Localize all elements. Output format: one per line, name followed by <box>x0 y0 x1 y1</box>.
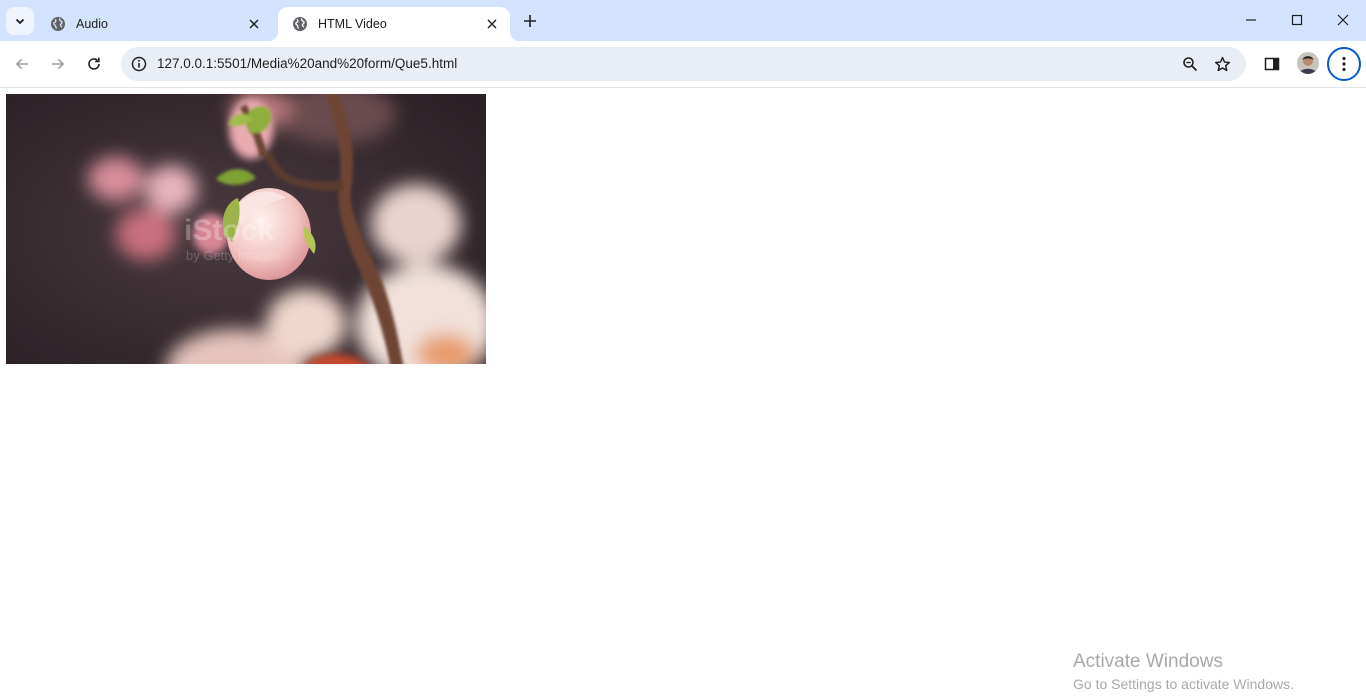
back-icon <box>15 58 28 70</box>
maximize-icon <box>1291 14 1303 26</box>
kebab-menu-icon <box>1342 56 1346 72</box>
watermark-subtitle: Go to Settings to activate Windows. <box>1073 676 1294 692</box>
tab-html-video[interactable]: HTML Video <box>268 7 520 41</box>
address-bar[interactable]: 127.0.0.1:5501/Media%20and%20form/Que5.h… <box>121 47 1246 81</box>
chevron-down-icon <box>15 18 25 25</box>
reload-button[interactable] <box>79 49 109 79</box>
site-info-button[interactable] <box>127 52 151 76</box>
minimize-button[interactable] <box>1228 0 1274 40</box>
plus-icon <box>524 15 536 27</box>
watermark-title: Activate Windows <box>1073 651 1223 672</box>
close-icon <box>1337 14 1349 26</box>
side-panel-button[interactable] <box>1257 49 1287 79</box>
new-tab-button[interactable] <box>518 9 542 33</box>
stock-watermark-brand: iStock <box>184 214 274 247</box>
activate-windows-watermark: Activate Windows Go to Settings to activ… <box>1073 650 1294 694</box>
bookmark-star-button[interactable] <box>1210 52 1234 76</box>
close-icon[interactable] <box>246 16 262 32</box>
blossom-video-frame: iStock by Getty Images <box>6 94 486 364</box>
forward-icon <box>52 58 65 70</box>
star-icon <box>1214 56 1230 71</box>
stock-watermark-sub: by Getty Images <box>186 248 281 263</box>
chrome-menu-button[interactable] <box>1327 47 1361 81</box>
side-panel-icon <box>1264 57 1280 71</box>
tab-search-button[interactable] <box>6 7 34 35</box>
video-player[interactable]: iStock by Getty Images <box>6 94 486 364</box>
back-button[interactable] <box>7 49 37 79</box>
forward-button[interactable] <box>43 49 73 79</box>
page-viewport: iStock by Getty Images <box>0 88 1366 699</box>
zoom-button[interactable] <box>1178 52 1202 76</box>
tab-audio[interactable]: Audio <box>36 7 272 41</box>
globe-icon <box>51 17 65 31</box>
maximize-button[interactable] <box>1274 0 1320 40</box>
minimize-icon <box>1246 19 1256 21</box>
close-icon[interactable] <box>484 16 500 32</box>
tab-title: Audio <box>76 17 108 31</box>
info-icon <box>131 56 147 72</box>
url-text[interactable]: 127.0.0.1:5501/Media%20and%20form/Que5.h… <box>157 47 457 81</box>
globe-icon <box>293 17 307 31</box>
zoom-icon <box>1183 57 1198 72</box>
browser-toolbar: 127.0.0.1:5501/Media%20and%20form/Que5.h… <box>0 41 1366 88</box>
tab-title: HTML Video <box>318 17 387 31</box>
close-window-button[interactable] <box>1320 0 1366 40</box>
reload-icon <box>88 57 100 70</box>
avatar[interactable] <box>1297 52 1319 74</box>
tab-strip: Audio HTML Video <box>0 0 1366 41</box>
